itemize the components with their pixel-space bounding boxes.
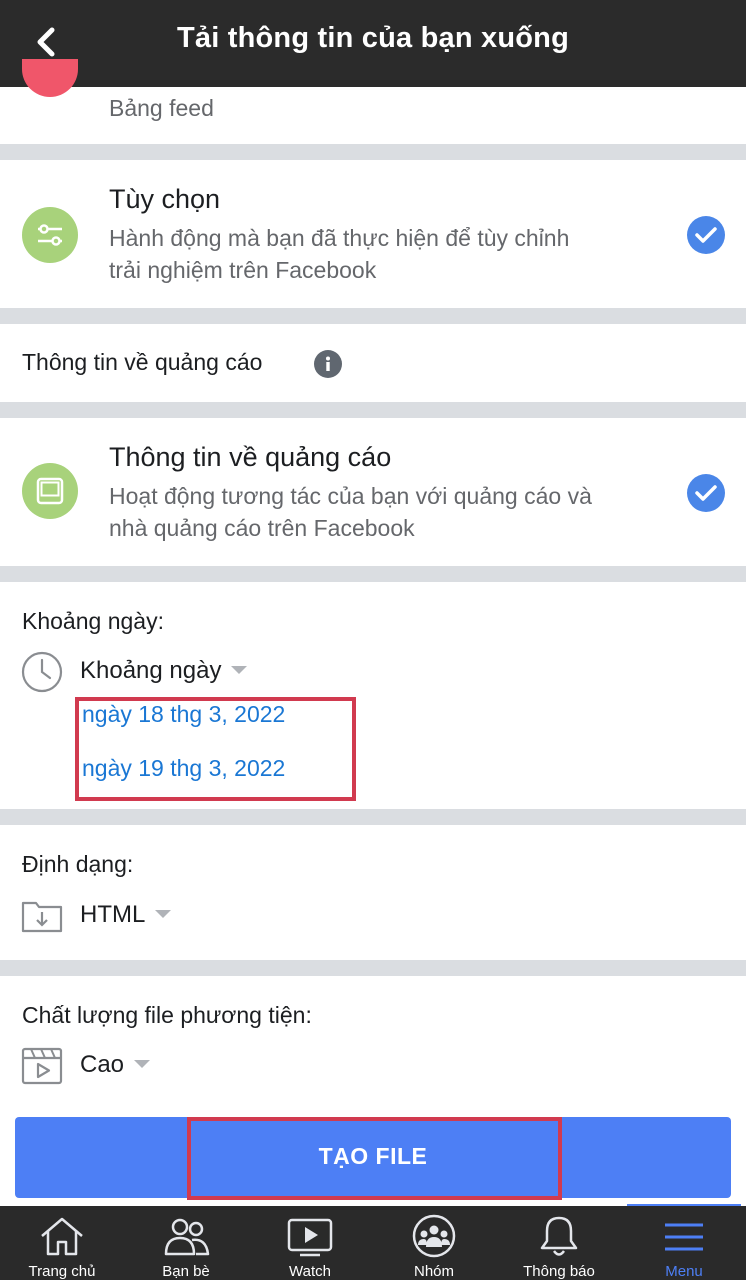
format-label: Định dạng: <box>22 851 134 877</box>
page-title: Tải thông tin của bạn xuống <box>176 22 570 54</box>
date-range-dropdown[interactable]: Khoảng ngày <box>80 657 248 685</box>
chevron-down-icon <box>155 909 172 918</box>
tab-notifications-label: Thông báo <box>523 1263 595 1280</box>
preferences-item[interactable]: Tùy chọn Hành động mà bạn đã thực hiện đ… <box>0 160 746 308</box>
tab-menu[interactable]: Menu <box>622 1206 746 1280</box>
tablet-icon <box>22 463 78 519</box>
checkmark-icon[interactable] <box>687 474 725 512</box>
date-highlight-box <box>75 697 356 801</box>
tab-home[interactable]: Trang chủ <box>0 1206 124 1280</box>
tab-watch[interactable]: Watch <box>248 1206 372 1280</box>
groups-icon <box>412 1214 456 1258</box>
preferences-desc-line2: trải nghiệm trên Facebook <box>109 257 377 283</box>
ads-section-title: Thông tin về quảng cáo <box>22 349 263 375</box>
format-section: Định dạng: HTML <box>0 825 746 960</box>
top-bar: Tải thông tin của bạn xuống <box>0 0 746 87</box>
watch-icon <box>287 1218 333 1257</box>
ads-info-item[interactable]: Thông tin về quảng cáo Hoạt động tương t… <box>0 418 746 566</box>
tab-friends-label: Bạn bè <box>162 1263 210 1280</box>
tab-notifications[interactable]: Thông báo <box>497 1206 621 1280</box>
tab-menu-label: Menu <box>665 1263 703 1280</box>
quality-value: Cao <box>80 1051 125 1078</box>
folder-download-icon <box>21 901 63 933</box>
chevron-down-icon <box>231 665 248 674</box>
menu-icon <box>665 1223 703 1251</box>
feed-icon <box>22 59 78 97</box>
quality-label: Chất lượng file phương tiện: <box>22 1002 312 1028</box>
clock-icon <box>21 651 63 693</box>
quality-section: Chất lượng file phương tiện: Cao <box>0 976 746 1108</box>
info-icon[interactable] <box>314 350 342 378</box>
button-highlight-box <box>187 1117 562 1200</box>
chevron-down-icon <box>134 1059 151 1068</box>
date-range-value: Khoảng ngày <box>80 657 222 684</box>
date-range-label: Khoảng ngày: <box>22 608 164 634</box>
tab-watch-label: Watch <box>289 1263 331 1280</box>
format-dropdown[interactable]: HTML <box>80 901 172 929</box>
video-clip-icon <box>21 1047 63 1085</box>
bottom-tab-bar: Trang chủ Bạn bè Watch Nhóm Thông báo Me… <box>0 1206 746 1280</box>
tab-groups[interactable]: Nhóm <box>372 1206 496 1280</box>
feed-item[interactable]: Bảng feed <box>0 59 746 144</box>
ads-section-header: Thông tin về quảng cáo <box>0 324 746 402</box>
tab-friends[interactable]: Bạn bè <box>124 1206 248 1280</box>
sliders-icon <box>22 207 78 263</box>
ads-info-title: Thông tin về quảng cáo <box>109 442 392 472</box>
friends-icon <box>164 1218 210 1256</box>
bell-icon <box>540 1216 578 1256</box>
preferences-title: Tùy chọn <box>109 184 221 214</box>
tab-home-label: Trang chủ <box>28 1263 96 1280</box>
home-icon <box>41 1217 83 1256</box>
checkmark-icon[interactable] <box>687 216 725 254</box>
ads-info-desc-line1: Hoạt động tương tác của bạn với quảng cá… <box>109 483 592 509</box>
ads-info-desc-line2: nhà quảng cáo trên Facebook <box>109 515 415 541</box>
feed-item-desc: Bảng feed <box>109 95 214 121</box>
quality-dropdown[interactable]: Cao <box>80 1051 151 1079</box>
format-value: HTML <box>80 901 146 928</box>
preferences-desc-line1: Hành động mà bạn đã thực hiện để tùy chỉ… <box>109 225 570 251</box>
tab-groups-label: Nhóm <box>413 1263 454 1280</box>
date-range-section: Khoảng ngày: Khoảng ngày ngày 18 thg 3, … <box>0 582 746 809</box>
